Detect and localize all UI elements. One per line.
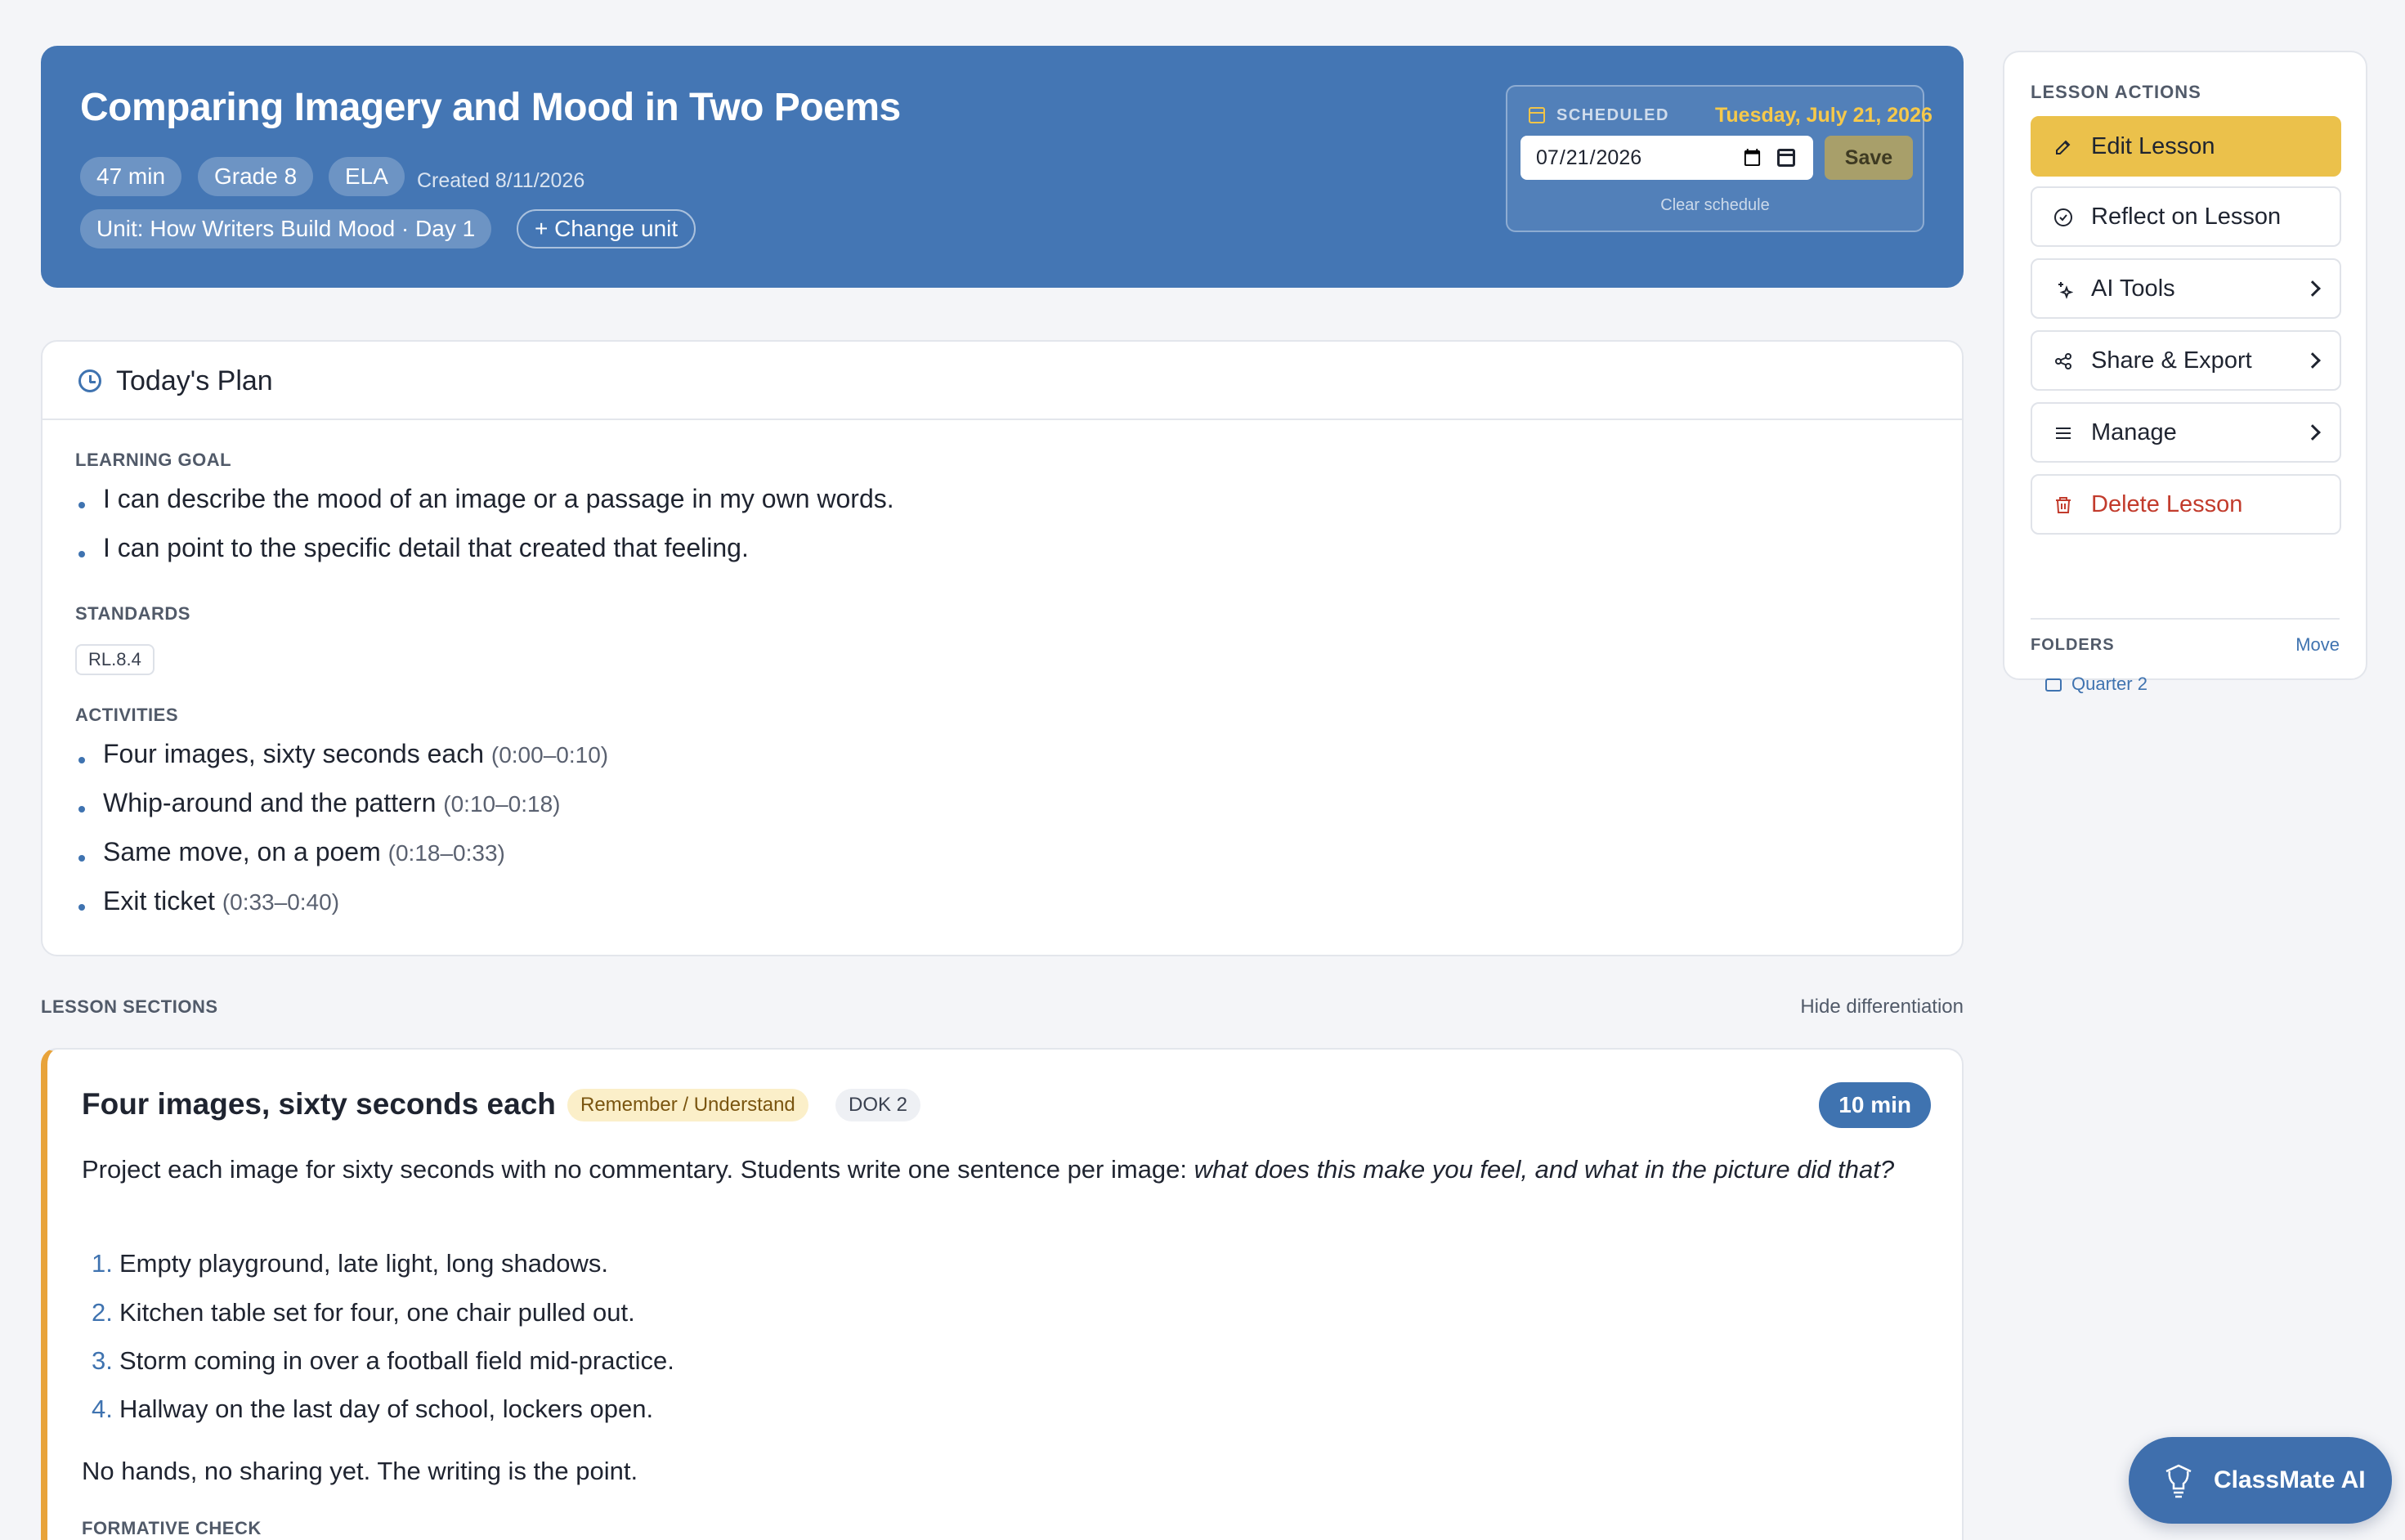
section-duration-badge: 10 min xyxy=(1819,1082,1931,1128)
folders-label: FOLDERS xyxy=(2031,636,2115,654)
list-item: 3. Storm coming in over a football field … xyxy=(92,1346,674,1375)
todays-plan-card: Today's Plan LEARNING GOAL I can describ… xyxy=(41,340,1964,956)
share-icon xyxy=(2053,351,2073,371)
chevron-right-icon xyxy=(2304,280,2321,297)
plan-title: Today's Plan xyxy=(116,365,273,396)
panel-divider xyxy=(2031,618,2340,620)
scheduled-date: Tuesday, July 21, 2026 xyxy=(1715,104,1933,127)
formative-check-label: FORMATIVE CHECK xyxy=(82,1518,262,1538)
lesson-actions-panel: LESSON ACTIONS Edit Lesson Reflect on Le… xyxy=(2003,51,2367,694)
lesson-page: Comparing Imagery and Mood in Two Poems … xyxy=(0,0,2405,1540)
clock-icon xyxy=(78,369,101,392)
menu-icon xyxy=(2053,423,2073,443)
lesson-header: Comparing Imagery and Mood in Two Poems … xyxy=(41,46,1964,288)
manage-button[interactable]: Manage xyxy=(2031,402,2341,463)
grade-chip: Grade 8 xyxy=(198,157,314,196)
activity-item: Whip-around and the pattern (0:10–0:18) xyxy=(78,785,560,822)
folder-item[interactable]: Quarter 2 xyxy=(2045,672,2147,696)
edit-icon xyxy=(2053,137,2073,157)
schedule-date-input[interactable] xyxy=(1520,136,1813,180)
schedule-box: SCHEDULED Tuesday, July 21, 2026 Save Cl… xyxy=(1506,85,1933,232)
activity-item: Four images, sixty seconds each (0:00–0:… xyxy=(78,736,608,773)
section-title: Four images, sixty seconds each xyxy=(82,1087,556,1121)
delete-lesson-button[interactable]: Delete Lesson xyxy=(2031,474,2341,535)
chevron-right-icon xyxy=(2304,352,2321,369)
hide-differentiation-toggle[interactable]: Hide differentiation xyxy=(1800,994,1964,1020)
list-item: 1. Empty playground, late light, long sha… xyxy=(92,1249,608,1278)
lesson-title: Comparing Imagery and Mood in Two Poems xyxy=(80,86,901,129)
lightbulb-icon xyxy=(2158,1460,2199,1501)
subject-chip: ELA xyxy=(329,157,405,196)
unit-chip[interactable]: Unit: How Writers Build Mood · Day 1 xyxy=(80,209,492,248)
list-item: 4. Hallway on the last day of school, loc… xyxy=(92,1395,654,1423)
change-unit-button[interactable]: + Change unit xyxy=(517,209,696,248)
plan-header: Today's Plan xyxy=(43,342,1962,420)
duration-chip: 47 min xyxy=(80,157,182,196)
check-circle-icon xyxy=(2053,208,2073,227)
dok-tag: DOK 2 xyxy=(835,1089,921,1121)
move-folder-link[interactable]: Move xyxy=(2295,633,2340,657)
learning-goal-item: I can point to the specific detail that … xyxy=(78,530,749,566)
list-item: 2. Kitchen table set for four, one chair … xyxy=(92,1298,635,1327)
created-date: Created 8/11/2026 xyxy=(417,169,585,192)
activity-item: Exit ticket (0:33–0:40) xyxy=(78,883,339,920)
date-picker-icon[interactable] xyxy=(1777,149,1795,167)
ai-tools-button[interactable]: AI Tools xyxy=(2031,258,2341,319)
save-schedule-button[interactable]: Save xyxy=(1825,136,1913,180)
schedule-label: SCHEDULED xyxy=(1556,106,1669,124)
calendar-icon xyxy=(1529,107,1545,123)
learning-goal-label: LEARNING GOAL xyxy=(75,450,232,470)
lesson-actions-label: LESSON ACTIONS xyxy=(2031,82,2201,102)
reflect-on-lesson-button[interactable]: Reflect on Lesson xyxy=(2031,186,2341,247)
lesson-sections-label: LESSON SECTIONS xyxy=(41,996,218,1017)
activities-label: ACTIVITIES xyxy=(75,705,179,725)
folder-icon xyxy=(2045,678,2062,692)
chevron-right-icon xyxy=(2304,424,2321,441)
trash-icon xyxy=(2053,495,2073,515)
share-export-button[interactable]: Share & Export xyxy=(2031,330,2341,391)
standard-tag: RL.8.4 xyxy=(75,644,155,675)
clear-schedule-link[interactable]: Clear schedule xyxy=(1507,193,1923,217)
lesson-section-card: Four images, sixty seconds each Remember… xyxy=(41,1048,1964,1540)
learning-goal-item: I can describe the mood of an image or a… xyxy=(78,481,894,517)
bloom-level-tag: Remember / Understand xyxy=(567,1089,808,1121)
section-description: Project each image for sixty seconds wit… xyxy=(82,1155,1895,1184)
activity-item: Same move, on a poem (0:18–0:33) xyxy=(78,834,505,871)
section-note: No hands, no sharing yet. The writing is… xyxy=(82,1457,638,1485)
edit-lesson-button[interactable]: Edit Lesson xyxy=(2031,116,2341,177)
classmate-ai-button[interactable]: ClassMate AI xyxy=(2129,1437,2392,1524)
sparkles-icon xyxy=(2053,280,2074,299)
standards-label: STANDARDS xyxy=(75,603,190,624)
